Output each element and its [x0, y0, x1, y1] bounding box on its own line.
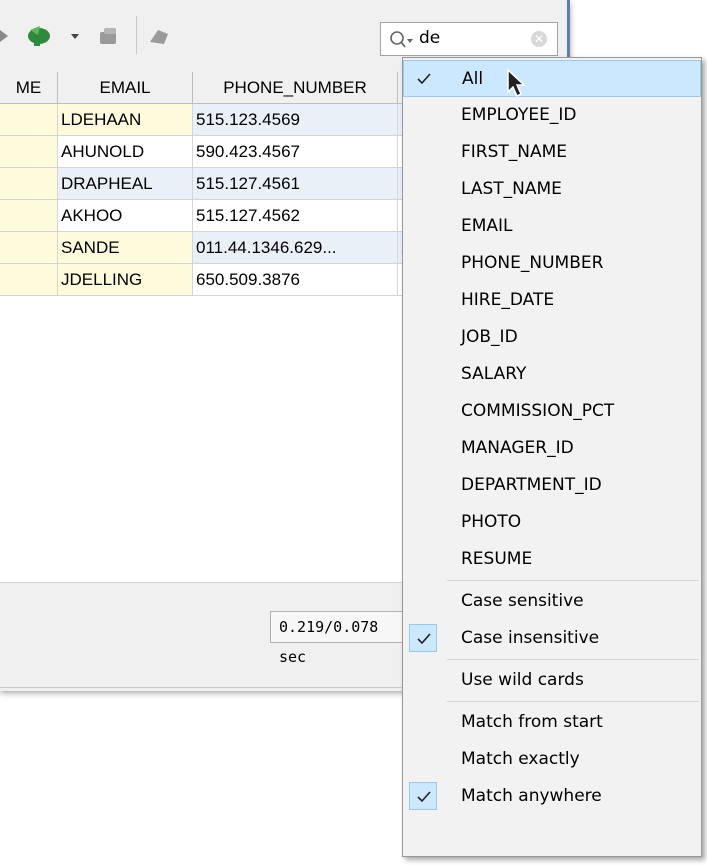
menu-item-label: SALARY	[461, 364, 527, 384]
menu-item-label: All	[462, 69, 484, 89]
menu-item-label: Match from start	[461, 712, 603, 732]
check-icon	[409, 782, 437, 810]
menu-item-commission-pct[interactable]: COMMISSION_PCT	[403, 393, 701, 430]
menu-item-employee-id[interactable]: EMPLOYEE_ID	[403, 97, 701, 134]
menu-separator	[447, 580, 699, 581]
menu-item-label: PHOTO	[461, 512, 522, 532]
table-cell[interactable]: JDELLING	[57, 263, 193, 296]
mouse-cursor-icon	[507, 68, 526, 98]
menu-item-department-id[interactable]: DEPARTMENT_ID	[403, 467, 701, 504]
search-options-menu: All EMPLOYEE_ID FIRST_NAME LAST_NAME EMAIL PH…	[402, 57, 702, 857]
table-cell[interactable]	[0, 231, 58, 264]
table-cell[interactable]: 650.509.3876	[192, 263, 398, 296]
check-icon	[410, 65, 438, 93]
menu-item-match-from-start[interactable]: Match from start	[403, 704, 701, 741]
check-icon	[409, 323, 437, 351]
table-cell[interactable]: 515.127.4561	[192, 167, 398, 200]
menu-item-last-name[interactable]: LAST_NAME	[403, 171, 701, 208]
menu-item-label: FIRST_NAME	[461, 142, 568, 162]
menu-item-hire-date[interactable]: HIRE_DATE	[403, 282, 701, 319]
table-cell[interactable]: AHUNOLD	[57, 135, 193, 168]
menu-item-label: LAST_NAME	[461, 179, 562, 199]
commit-icon[interactable]	[96, 22, 122, 50]
toolbar-separator	[136, 16, 137, 54]
menu-item-match-anywhere[interactable]: Match anywhere	[403, 778, 701, 815]
table-cell[interactable]	[0, 167, 58, 200]
table-cell[interactable]	[0, 199, 58, 232]
menu-item-case-sensitive[interactable]: Case sensitive	[403, 583, 701, 620]
check-icon	[409, 360, 437, 388]
refresh-icon[interactable]	[26, 22, 54, 50]
menu-item-all[interactable]: All	[403, 60, 701, 97]
table-cell[interactable]: 590.423.4567	[192, 135, 398, 168]
search-text: de	[419, 28, 441, 48]
check-icon	[409, 708, 437, 736]
menu-item-email[interactable]: EMAIL	[403, 208, 701, 245]
table-cell[interactable]: 515.123.4569	[192, 103, 398, 136]
menu-item-label: MANAGER_ID	[461, 438, 574, 458]
check-icon	[409, 624, 437, 652]
menu-item-job-id[interactable]: JOB_ID	[403, 319, 701, 356]
menu-item-manager-id[interactable]: MANAGER_ID	[403, 430, 701, 467]
rollback-icon[interactable]	[146, 22, 172, 50]
check-icon	[409, 545, 437, 573]
menu-item-use-wild-cards[interactable]: Use wild cards	[403, 662, 701, 699]
menu-item-salary[interactable]: SALARY	[403, 356, 701, 393]
check-icon	[409, 212, 437, 240]
menu-item-label: PHONE_NUMBER	[461, 253, 604, 273]
table-cell[interactable]	[0, 263, 58, 296]
menu-item-label: COMMISSION_PCT	[461, 401, 615, 421]
menu-item-label: DEPARTMENT_ID	[461, 475, 602, 495]
check-icon	[409, 508, 437, 536]
menu-item-label: Use wild cards	[461, 670, 584, 690]
table-cell[interactable]: DRAPHEAL	[57, 167, 193, 200]
check-icon	[409, 666, 437, 694]
menu-item-label: RESUME	[461, 549, 533, 569]
check-icon	[409, 286, 437, 314]
menu-item-resume[interactable]: RESUME	[403, 541, 701, 578]
check-icon	[409, 587, 437, 615]
column-header[interactable]: ME	[0, 72, 58, 104]
clear-icon[interactable]: ✕	[531, 31, 547, 47]
column-header[interactable]: PHONE_NUMBER	[192, 72, 398, 104]
column-header[interactable]: EMAIL	[57, 72, 193, 104]
check-icon	[409, 101, 437, 129]
menu-item-label: HIRE_DATE	[461, 290, 555, 310]
table-cell[interactable]: SANDE	[57, 231, 193, 264]
check-icon	[409, 397, 437, 425]
check-icon	[409, 434, 437, 462]
menu-item-label: Match anywhere	[461, 786, 602, 806]
menu-item-case-insensitive[interactable]: Case insensitive	[403, 620, 701, 657]
check-icon	[409, 138, 437, 166]
table-cell[interactable]: LDEHAAN	[57, 103, 193, 136]
menu-item-label: EMAIL	[461, 216, 513, 236]
arrow-right-icon[interactable]	[0, 22, 10, 50]
menu-item-phone-number[interactable]: PHONE_NUMBER	[403, 245, 701, 282]
menu-separator	[447, 659, 699, 660]
menu-separator	[447, 701, 699, 702]
check-icon	[409, 175, 437, 203]
menu-item-label: Case sensitive	[461, 591, 584, 611]
check-icon	[409, 745, 437, 773]
table-cell[interactable]: 515.127.4562	[192, 199, 398, 232]
timing-status: 0.219/0.078 sec	[270, 611, 410, 666]
menu-item-match-exactly[interactable]: Match exactly	[403, 741, 701, 778]
menu-item-label: Match exactly	[461, 749, 580, 769]
check-icon	[409, 471, 437, 499]
table-cell[interactable]	[0, 103, 58, 136]
menu-item-first-name[interactable]: FIRST_NAME	[403, 134, 701, 171]
table-cell[interactable]: 011.44.1346.629...	[192, 231, 398, 264]
search-icon	[390, 31, 413, 48]
table-cell[interactable]	[0, 135, 58, 168]
table-cell[interactable]: AKHOO	[57, 199, 193, 232]
search-input[interactable]: de ✕	[380, 22, 558, 56]
menu-item-photo[interactable]: PHOTO	[403, 504, 701, 541]
menu-item-label: JOB_ID	[461, 327, 518, 347]
menu-item-label: Case insensitive	[461, 628, 600, 648]
menu-item-label: EMPLOYEE_ID	[461, 105, 577, 125]
chevron-down-icon[interactable]	[70, 22, 80, 50]
check-icon	[409, 249, 437, 277]
